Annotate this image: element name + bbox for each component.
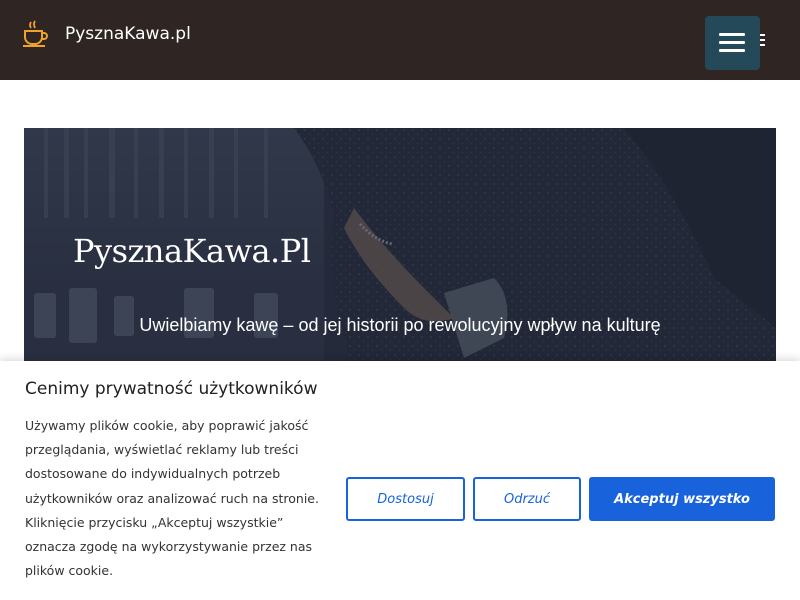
cookie-banner-text: Używamy plików cookie, aby poprawić jako… (25, 418, 319, 579)
cookie-consent-banner: Cenimy prywatność użytkowników Używamy p… (0, 361, 800, 600)
hamburger-menu-icon (719, 33, 745, 36)
menu-toggle-button[interactable] (705, 16, 760, 70)
reject-button[interactable]: Odrzuć (473, 477, 581, 521)
cookie-banner-title: Cenimy prywatność użytkowników (25, 379, 318, 399)
coffee-cup-icon[interactable] (22, 20, 48, 48)
hero-banner: PysznaKawa.Pl Uwielbiamy kawę – od jej h… (24, 128, 776, 368)
hamburger-line (719, 41, 745, 44)
hero-title: PysznaKawa.Pl (73, 232, 311, 270)
accept-all-button[interactable]: Akceptuj wszystko (589, 477, 775, 521)
customize-button[interactable]: Dostosuj (346, 477, 465, 521)
menu-icon-peek (760, 34, 766, 48)
hero-subtitle: Uwielbiamy kawę – od jej historii po rew… (139, 315, 661, 335)
hamburger-line (719, 49, 745, 52)
site-header: PysznaKawa.pl (0, 0, 800, 80)
site-name[interactable]: PysznaKawa.pl (65, 24, 191, 44)
